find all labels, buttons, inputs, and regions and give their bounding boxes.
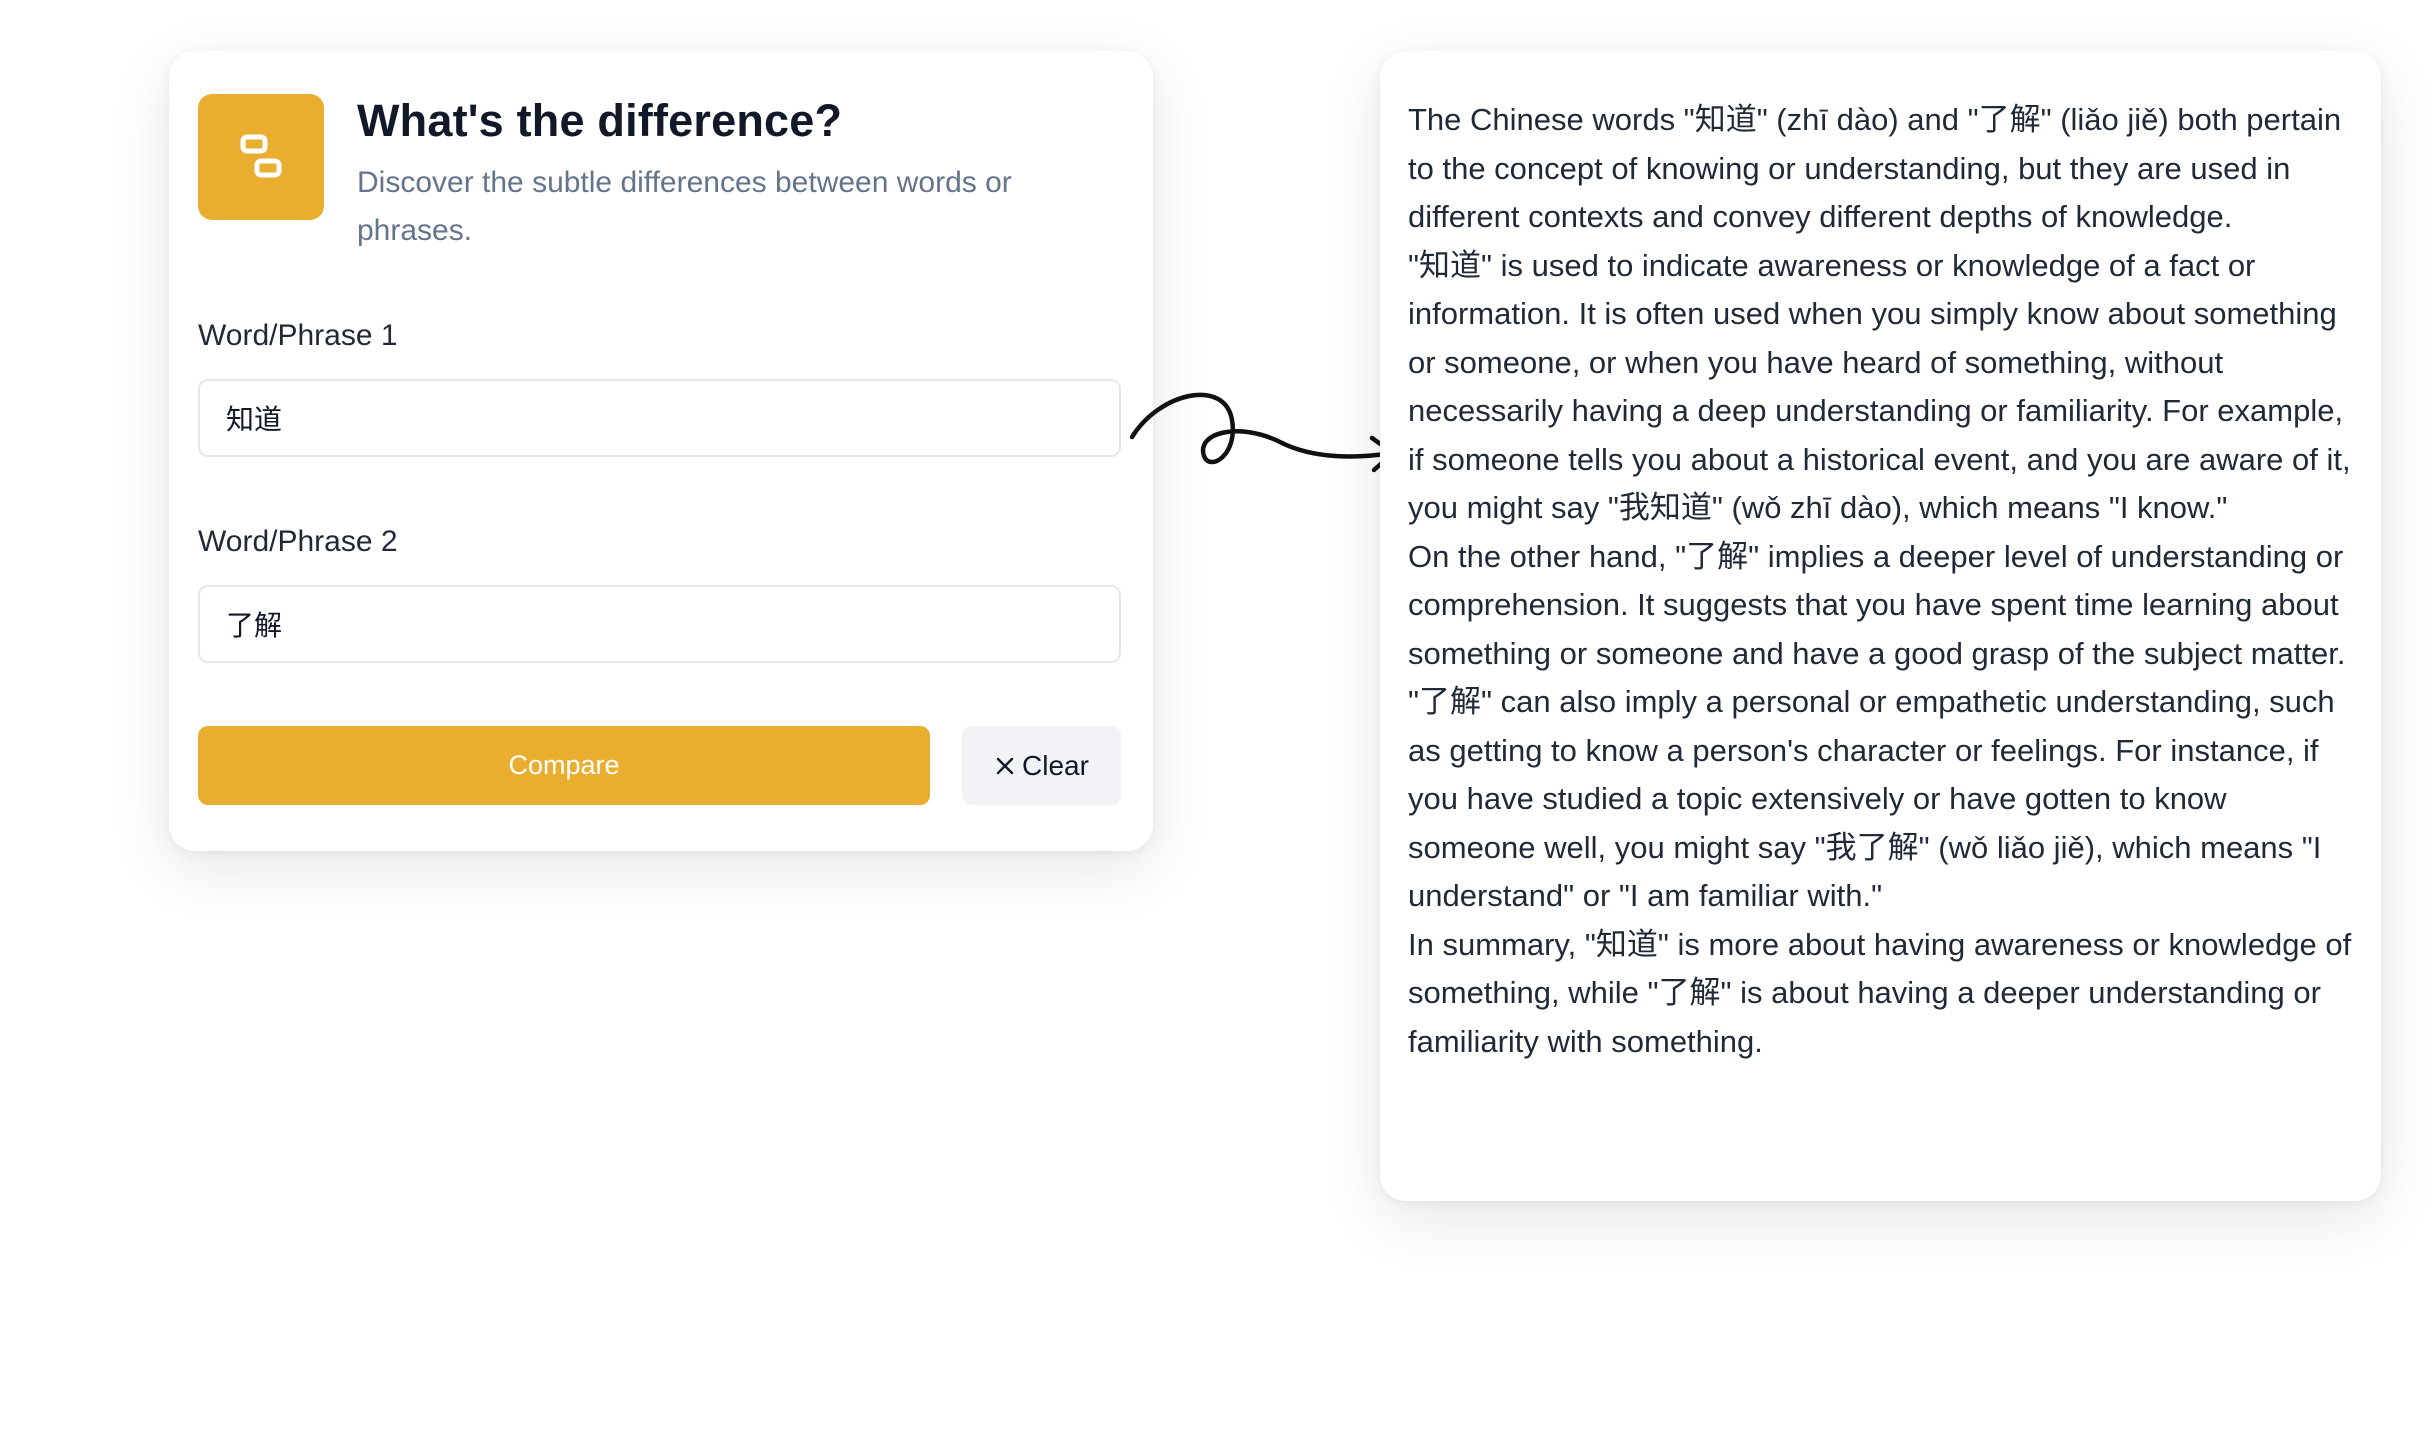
word-phrase-2-label: Word/Phrase 2 xyxy=(198,525,398,558)
result-paragraph: On the other hand, "了解" implies a deeper… xyxy=(1408,538,2346,914)
clear-button-label: Clear xyxy=(1022,749,1089,781)
word-phrase-1-input[interactable] xyxy=(198,379,1121,457)
page-title: What's the difference? xyxy=(357,95,843,146)
result-paragraph: The Chinese words "知道" (zhī dào) and "了解… xyxy=(1408,102,2342,234)
word-phrase-1-label: Word/Phrase 1 xyxy=(198,319,398,352)
clear-button[interactable]: Clear xyxy=(962,726,1121,805)
comparison-result: The Chinese words "知道" (zhī dào) and "了解… xyxy=(1408,96,2357,1066)
compare-button[interactable]: Compare xyxy=(198,726,930,805)
close-icon xyxy=(994,755,1016,777)
result-card: The Chinese words "知道" (zhī dào) and "了解… xyxy=(1380,51,2381,1201)
compare-blocks-icon xyxy=(240,134,282,178)
word-phrase-2-input[interactable] xyxy=(198,585,1121,663)
compare-form-card: What's the difference? Discover the subt… xyxy=(169,51,1153,851)
result-paragraph: In summary, "知道" is more about having aw… xyxy=(1408,926,2352,1059)
curly-arrow-icon xyxy=(1129,392,1396,473)
app-logo xyxy=(198,94,324,220)
page-subtitle: Discover the subtle differences between … xyxy=(357,166,1012,247)
result-paragraph: "知道" is used to indicate awareness or kn… xyxy=(1408,247,2351,526)
